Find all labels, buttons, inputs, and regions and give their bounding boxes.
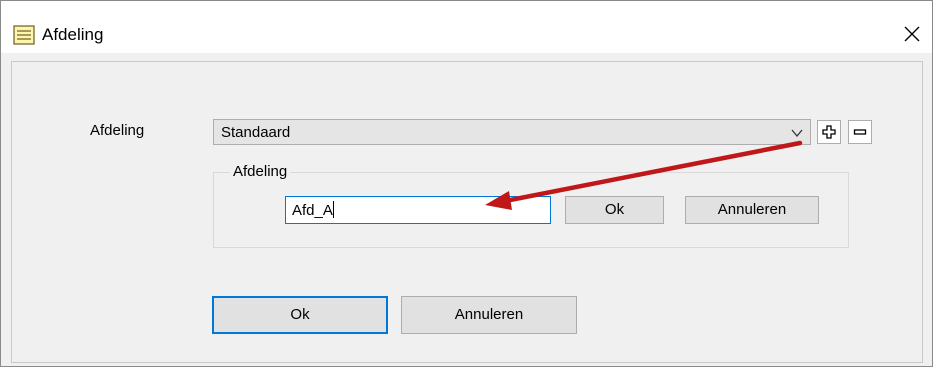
dialog-client-area: Afdeling Standaard Afdeling Afd_A Ok Ann…: [11, 61, 923, 363]
cancel-button[interactable]: Annuleren: [401, 296, 577, 334]
close-icon[interactable]: [901, 23, 923, 45]
window-title: Afdeling: [42, 25, 104, 44]
group-ok-button[interactable]: Ok: [565, 196, 664, 224]
document-icon: [13, 25, 35, 45]
dialog-window: Afdeling Afdeling Standaard Afdeling Afd…: [0, 0, 933, 367]
plus-icon: [822, 125, 836, 139]
afdeling-label: Afdeling: [90, 122, 145, 139]
title-bar[interactable]: Afdeling: [1, 1, 932, 53]
groupbox-title: Afdeling: [230, 163, 291, 180]
add-afdeling-button[interactable]: [817, 120, 841, 144]
afdeling-combobox[interactable]: Standaard: [213, 119, 811, 145]
group-cancel-button[interactable]: Annuleren: [685, 196, 819, 224]
chevron-down-icon[interactable]: [790, 126, 804, 140]
ok-button[interactable]: Ok: [212, 296, 388, 334]
input-value: Afd_A: [292, 202, 333, 219]
text-caret: [332, 201, 334, 218]
new-afdeling-input[interactable]: Afd_A: [285, 196, 551, 224]
combo-selected-value: Standaard: [221, 124, 291, 141]
remove-afdeling-button[interactable]: [848, 120, 872, 144]
minus-icon: [853, 129, 867, 135]
